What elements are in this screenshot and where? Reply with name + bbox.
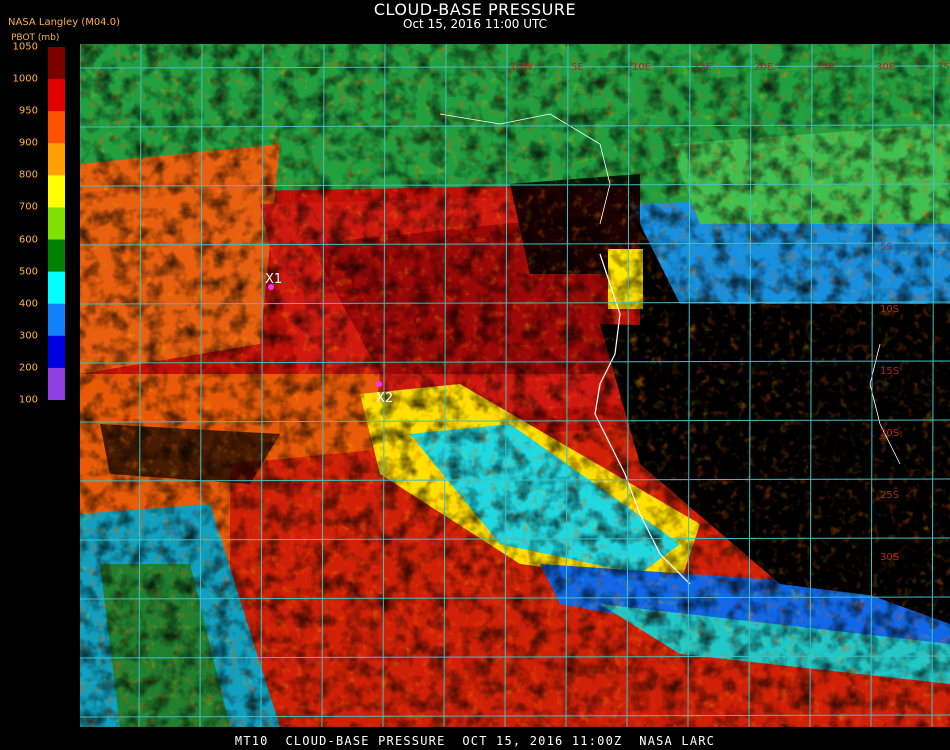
color-scale-tick-label: 600 bbox=[18, 234, 38, 246]
longitude-label: 35E bbox=[937, 62, 950, 73]
color-scale-band bbox=[48, 239, 65, 273]
longitude-label: 10E bbox=[632, 62, 651, 73]
cloud-base-pressure-map: 10W 5E 10E 15E 20E 25E 30E 35E 5S 10S 15S 20S 25S 30S… bbox=[80, 44, 950, 727]
longitude-label: 5E bbox=[571, 62, 584, 73]
latitude-label: 15S bbox=[880, 366, 899, 377]
longitude-label: 15E bbox=[693, 62, 712, 73]
color-scale-band bbox=[48, 303, 65, 337]
pressure-color-scale bbox=[48, 47, 65, 400]
latitude-label: 25S bbox=[880, 490, 899, 501]
source-label: NASA Langley (M04.0) bbox=[8, 17, 120, 28]
color-scale-tick-label: 400 bbox=[18, 298, 38, 310]
color-scale-band bbox=[48, 143, 65, 176]
color-scale-band bbox=[48, 175, 65, 208]
color-scale-tick-label: 1050 bbox=[12, 41, 38, 53]
longitude-label: 10W bbox=[510, 62, 533, 73]
latitude-label: 20S bbox=[880, 428, 899, 439]
color-scale-tick-label: 1000 bbox=[12, 73, 38, 85]
color-scale-band bbox=[48, 207, 65, 241]
latitude-label: 30S bbox=[880, 552, 899, 563]
color-scale-band bbox=[48, 47, 65, 80]
color-scale-tick-label: 900 bbox=[18, 137, 38, 149]
longitude-label: 20E bbox=[754, 62, 773, 73]
image-timestamp: Oct 15, 2016 11:00 UTC bbox=[403, 17, 547, 31]
color-scale-band bbox=[48, 271, 65, 305]
latitude-label: 10S bbox=[880, 304, 899, 315]
longitude-label: 25E bbox=[815, 62, 834, 73]
color-scale-tick-label: 100 bbox=[18, 394, 38, 406]
color-scale-tick-label: 300 bbox=[18, 330, 38, 342]
color-scale-tick-label: 200 bbox=[18, 362, 38, 374]
color-scale-tick-label: 500 bbox=[18, 266, 38, 278]
image-title: CLOUD-BASE PRESSURE bbox=[373, 0, 577, 19]
color-scale-tick-label: 800 bbox=[18, 169, 38, 181]
color-scale-band bbox=[48, 111, 65, 144]
color-scale-band bbox=[48, 79, 65, 112]
color-scale-tick-label: 700 bbox=[18, 201, 38, 213]
latitude-label: 5S bbox=[880, 242, 893, 253]
color-scale-band bbox=[48, 367, 65, 400]
footer-caption: MT10 CLOUD-BASE PRESSURE OCT 15, 2016 11… bbox=[234, 734, 716, 748]
longitude-label: 30E bbox=[876, 62, 895, 73]
marker-x2-label: X2 bbox=[376, 391, 393, 406]
marker-x1-label: X1 bbox=[265, 272, 282, 287]
color-scale-band bbox=[48, 335, 65, 369]
color-scale-tick-label: 950 bbox=[18, 105, 38, 117]
